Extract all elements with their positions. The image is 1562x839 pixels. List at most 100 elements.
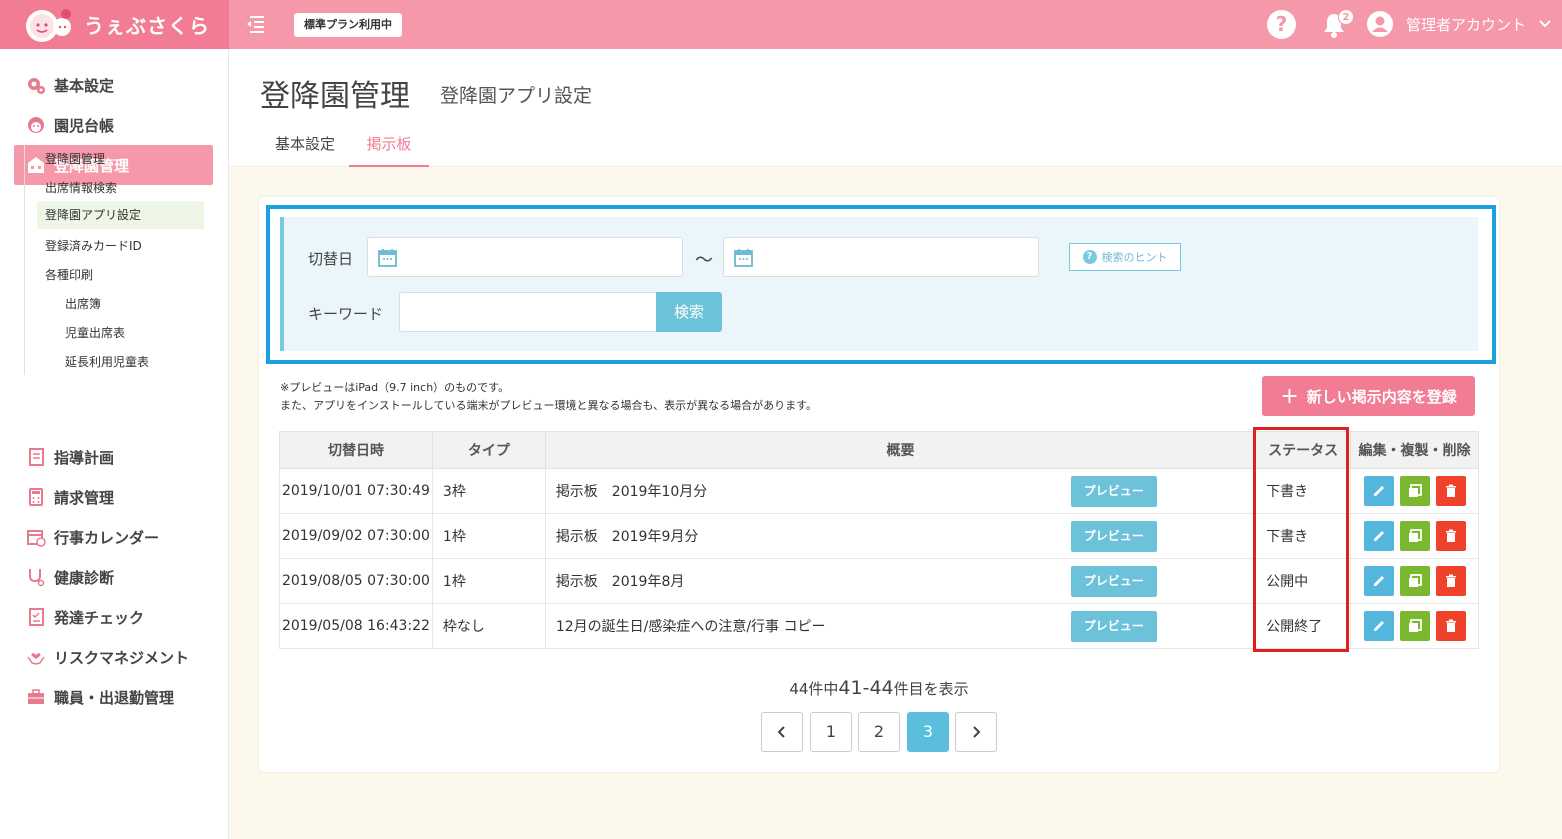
calendar-icon [734, 248, 753, 267]
pagination-page-3[interactable]: 3 [907, 712, 949, 752]
pagination-range: 41-44 [838, 677, 894, 699]
notebook-icon [26, 447, 46, 467]
sidebar-item-label: 行事カレンダー [54, 528, 160, 547]
page-subtitle: 登降園アプリ設定 [440, 85, 593, 107]
pagination-next[interactable] [955, 712, 997, 752]
calculator-icon [26, 487, 46, 507]
preview-button[interactable]: プレビュー [1070, 565, 1157, 597]
chevron-down-icon[interactable] [1538, 16, 1552, 30]
switch-date-label: 切替日 [308, 250, 354, 268]
stethoscope-icon [26, 567, 46, 587]
col-header-type: タイプ [431, 431, 546, 469]
sidebar-item-event-calendar[interactable]: 行事カレンダー [14, 517, 213, 557]
end-date-input[interactable] [723, 237, 1039, 277]
pagination-page-1[interactable]: 1 [810, 712, 852, 752]
pagination-suffix: 件目を表示 [893, 680, 969, 698]
sidebar-item-child-register[interactable]: 園児台帳 [14, 105, 213, 145]
duplicate-button[interactable] [1399, 476, 1430, 506]
chevron-right-icon [973, 726, 981, 738]
menu-toggle-icon[interactable] [244, 13, 266, 35]
keyword-input[interactable] [399, 292, 657, 332]
subnav-item-extended-use[interactable]: 延長利用児童表 [65, 348, 149, 376]
search-button[interactable]: 検索 [656, 292, 722, 332]
help-icon[interactable]: ? [1267, 10, 1296, 39]
preview-button[interactable]: プレビュー [1070, 610, 1157, 642]
sidebar-item-guidance-plan[interactable]: 指導計画 [14, 437, 213, 477]
subnav-item-child-attendance[interactable]: 児童出席表 [65, 319, 125, 347]
sidebar-item-health-check[interactable]: 健康診断 [14, 557, 213, 597]
delete-button[interactable] [1435, 521, 1466, 551]
delete-button[interactable] [1435, 476, 1466, 506]
delete-button[interactable] [1435, 611, 1466, 641]
row-preview-cell: プレビュー [1059, 468, 1257, 514]
delete-button[interactable] [1435, 566, 1466, 596]
edit-button[interactable] [1363, 521, 1394, 551]
pagination-info: 44件中41-44件目を表示 [0, 677, 1562, 699]
preview-button[interactable]: プレビュー [1070, 475, 1157, 507]
logo-icon [22, 5, 78, 45]
subnav-item-attendance-book[interactable]: 出席簿 [65, 290, 101, 318]
sidebar-item-development-check[interactable]: 発達チェック [14, 597, 213, 637]
app-logo[interactable]: うぇぶさくら [0, 0, 229, 49]
edit-button[interactable] [1363, 476, 1394, 506]
date-range-separator: ～ [695, 250, 713, 271]
trash-icon [1445, 574, 1456, 587]
pagination-total: 44件中 [789, 680, 839, 698]
tab-bulletin-board[interactable]: 掲示板 [349, 133, 429, 167]
row-type: 1枠 [431, 513, 546, 559]
row-type: 3枠 [431, 468, 546, 514]
search-highlight-box [266, 205, 1496, 364]
trash-icon [1445, 529, 1456, 542]
sidebar-item-basic-settings[interactable]: 基本設定 [14, 65, 213, 105]
row-date: 2019/09/02 07:30:00 [279, 513, 433, 559]
row-date: 2019/10/01 07:30:49 [279, 468, 433, 514]
col-header-actions: 編集・複製・削除 [1350, 431, 1479, 469]
sidebar-item-label: リスクマネジメント [54, 648, 190, 667]
row-date: 2019/05/08 16:43:22 [279, 603, 433, 649]
row-actions [1350, 603, 1479, 649]
page-header: 登降園管理 登降園アプリ設定 基本設定 掲示板 [229, 49, 1562, 167]
pencil-icon [1373, 531, 1384, 541]
start-date-input[interactable] [367, 237, 683, 277]
search-hint-button[interactable]: ? 検索のヒント [1069, 243, 1181, 271]
edit-button[interactable] [1363, 566, 1394, 596]
note-line-1: ※プレビューはiPad（9.7 inch）のものです。 [280, 381, 510, 394]
copy-icon [1408, 619, 1422, 632]
status-highlight-box [1253, 427, 1349, 652]
copy-icon [1408, 484, 1422, 497]
subnav-item-attendance-manage[interactable]: 登降園管理 [45, 145, 105, 173]
row-summary: 掲示板 2019年8月 [544, 558, 1060, 604]
new-post-button[interactable]: + 新しい掲示内容を登録 [1262, 376, 1475, 416]
preview-button[interactable]: プレビュー [1070, 520, 1157, 552]
gear-icon [26, 75, 46, 95]
edit-button[interactable] [1363, 611, 1394, 641]
subnav-item-attendance-search[interactable]: 出席情報検索 [45, 174, 117, 202]
pagination-prev[interactable] [761, 712, 803, 752]
sidebar-item-label: 健康診断 [54, 568, 115, 587]
new-post-label: 新しい掲示内容を登録 [1306, 387, 1457, 406]
duplicate-button[interactable] [1399, 611, 1430, 641]
row-preview-cell: プレビュー [1059, 603, 1257, 649]
row-type: 1枠 [431, 558, 546, 604]
subnav-item-app-settings[interactable]: 登降園アプリ設定 [37, 201, 204, 229]
sidebar-item-billing[interactable]: 請求管理 [14, 477, 213, 517]
col-header-date: 切替日時 [279, 431, 433, 469]
row-preview-cell: プレビュー [1059, 558, 1257, 604]
sidebar-item-label: 請求管理 [54, 488, 115, 507]
subnav-item-printing[interactable]: 各種印刷 [45, 261, 93, 289]
tab-basic-settings[interactable]: 基本設定 [275, 133, 335, 167]
trash-icon [1445, 619, 1456, 632]
subnav-item-card-ids[interactable]: 登録済みカードID [45, 232, 142, 260]
pencil-icon [1373, 576, 1384, 586]
preview-notes: ※プレビューはiPad（9.7 inch）のものです。 また、アプリをインストー… [280, 379, 817, 415]
copy-icon [1408, 529, 1422, 542]
sidebar-item-risk-management[interactable]: リスクマネジメント [14, 637, 213, 677]
pagination-page-2[interactable]: 2 [858, 712, 900, 752]
user-avatar-icon[interactable] [1367, 11, 1393, 37]
user-name[interactable]: 管理者アカウント [1406, 14, 1526, 35]
sidebar-item-label: 基本設定 [54, 76, 115, 95]
plus-icon: + [1280, 383, 1299, 409]
search-hint-label: 検索のヒント [1101, 251, 1168, 264]
duplicate-button[interactable] [1399, 521, 1430, 551]
duplicate-button[interactable] [1399, 566, 1430, 596]
